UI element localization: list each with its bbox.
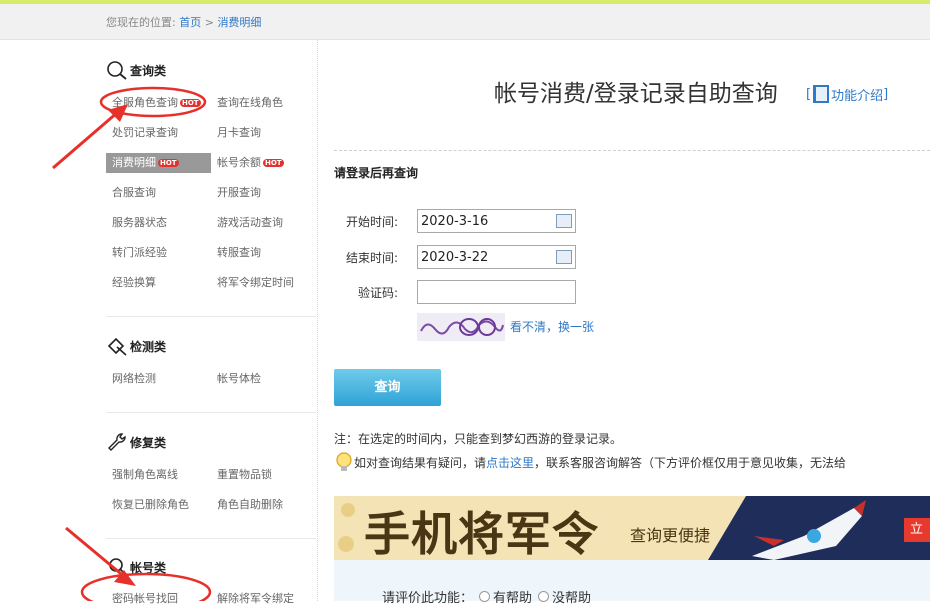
lightbulb-icon xyxy=(336,452,352,471)
breadcrumb-home-link[interactable]: 首页 xyxy=(179,16,201,29)
sidebar-item-transfer-server[interactable]: 转服查询 xyxy=(217,243,261,263)
hot-badge: HOT xyxy=(180,99,201,107)
breadcrumb-current[interactable]: 消费明细 xyxy=(217,16,261,29)
breadcrumb-prefix: 您现在的位置: xyxy=(106,16,176,29)
promo-banner[interactable]: 手机将军令 查询更便捷 立 xyxy=(334,496,930,560)
sidebar-item-merge-server[interactable]: 合服查询 xyxy=(112,183,156,203)
start-time-input[interactable] xyxy=(417,209,576,233)
sidebar-item-network-check[interactable]: 网络检测 xyxy=(112,369,156,389)
sidebar-item-sect-exp[interactable]: 转门派经验 xyxy=(112,243,167,263)
sidebar-item-exp-convert[interactable]: 经验换算 xyxy=(112,273,156,293)
diamond-check-icon xyxy=(107,337,127,356)
intro-label: 功能介绍 xyxy=(831,88,884,104)
sidebar-item-open-server[interactable]: 开服查询 xyxy=(217,183,261,203)
rocket-icon xyxy=(752,500,866,560)
sidebar-item-account-check[interactable]: 帐号体检 xyxy=(217,369,261,389)
sidebar-item-label: 消费明细 xyxy=(112,156,156,169)
sidebar-separator xyxy=(106,538,316,539)
start-time-label: 开始时间: xyxy=(345,215,398,229)
page-title: 帐号消费/登录记录自助查询 xyxy=(494,81,778,107)
breadcrumb: 您现在的位置: 首页 > 消费明细 xyxy=(106,14,261,30)
intro-bracket-close: ] xyxy=(883,86,889,102)
section-title-detect: 检测类 xyxy=(106,336,166,356)
sidebar-item-balance[interactable]: 帐号余额 HOT xyxy=(217,153,284,173)
sidebar-item-force-offline[interactable]: 强制角色离线 xyxy=(112,465,178,485)
section-title-repair: 修复类 xyxy=(106,432,166,452)
help-link[interactable]: 点击这里 xyxy=(486,454,534,471)
captcha-refresh-link[interactable]: 看不清，换一张 xyxy=(510,318,594,335)
rating-helpful-label: 有帮助 xyxy=(493,591,533,606)
calendar-icon[interactable] xyxy=(556,214,572,228)
help-note-suffix: ，联系客服咨询解答（下方评价框仅用于意见收集，无法给 xyxy=(534,455,847,470)
hot-badge: HOT xyxy=(263,159,284,167)
captcha-label: 验证码: xyxy=(357,286,398,300)
banner-button[interactable]: 立 xyxy=(904,518,930,542)
end-time-input[interactable] xyxy=(417,245,576,269)
breadcrumb-separator: > xyxy=(204,16,214,29)
sidebar-item-all-roles[interactable]: 全服角色查询 HOT xyxy=(112,93,201,113)
sidebar-item-restore-role[interactable]: 恢复已删除角色 xyxy=(112,495,189,515)
sidebar-item-reset-item-lock[interactable]: 重置物品锁 xyxy=(217,465,272,485)
sidebar-item-monthly-card[interactable]: 月卡查询 xyxy=(217,123,261,143)
sidebar-item-consumption[interactable]: 消费明细 HOT xyxy=(106,153,211,173)
section-title-query: 查询类 xyxy=(106,60,166,80)
divider xyxy=(334,150,930,151)
note-text: 注：在选定的时间内，只能查到梦幻西游的登录记录。 xyxy=(334,432,623,446)
feature-intro-link[interactable]: [ 功能介绍 ] xyxy=(806,84,888,104)
sidebar-separator xyxy=(106,412,316,413)
hot-badge: HOT xyxy=(158,159,179,167)
book-icon xyxy=(813,85,830,103)
rating-row: 请评价此功能： 有帮助 没帮助 xyxy=(382,587,591,606)
intro-bracket-open: [ xyxy=(806,86,812,102)
section-title-label: 检测类 xyxy=(130,339,167,354)
sidebar-item-activities[interactable]: 游戏活动查询 xyxy=(217,213,283,233)
sidebar-item-server-status[interactable]: 服务器状态 xyxy=(112,213,167,233)
section-title-label: 修复类 xyxy=(130,435,167,450)
sidebar-divider xyxy=(317,40,318,601)
wrench-icon xyxy=(108,433,126,451)
rating-helpful-radio[interactable] xyxy=(479,591,491,602)
section-title-label: 查询类 xyxy=(130,63,167,78)
magnifier-icon xyxy=(107,61,127,80)
calendar-icon[interactable] xyxy=(556,250,572,264)
sidebar-item-unbind-token[interactable]: 解除将军令绑定 xyxy=(217,589,294,609)
account-icon xyxy=(109,558,127,576)
sidebar-item-label: 帐号余额 xyxy=(217,156,261,169)
help-note: 如对查询结果有疑问，请 点击这里 ，联系客服咨询解答（下方评价框仅用于意见收集，… xyxy=(334,451,930,473)
rating-unhelpful-label: 没帮助 xyxy=(552,591,592,606)
sidebar-item-penalty[interactable]: 处罚记录查询 xyxy=(112,123,178,143)
sidebar-item-token-bind-time[interactable]: 将军令绑定时间 xyxy=(217,273,294,293)
sidebar-item-account-recover[interactable]: 密码帐号找回 xyxy=(112,589,178,609)
captcha-image xyxy=(417,313,505,341)
captcha-input[interactable] xyxy=(417,280,576,304)
banner-subtitle: 查询更便捷 xyxy=(630,526,711,545)
section-title-label: 帐号类 xyxy=(130,560,167,575)
sidebar-item-delete-role[interactable]: 角色自助删除 xyxy=(217,495,283,515)
banner-headline: 手机将军令 xyxy=(364,507,599,560)
rating-label: 请评价此功能： xyxy=(382,591,474,606)
sidebar-separator xyxy=(106,316,316,317)
end-time-label: 结束时间: xyxy=(345,251,398,265)
sidebar-item-label: 全服角色查询 xyxy=(112,96,178,109)
rating-unhelpful-radio[interactable] xyxy=(538,591,550,602)
section-title-account: 帐号类 xyxy=(106,557,166,577)
query-button[interactable]: 查询 xyxy=(334,369,441,406)
help-note-prefix: 如对查询结果有疑问，请 xyxy=(354,455,487,470)
sidebar-item-online-roles[interactable]: 查询在线角色 xyxy=(217,93,283,113)
breadcrumb-bar: 您现在的位置: 首页 > 消费明细 xyxy=(0,4,930,40)
login-hint: 请登录后再查询 xyxy=(334,166,419,180)
